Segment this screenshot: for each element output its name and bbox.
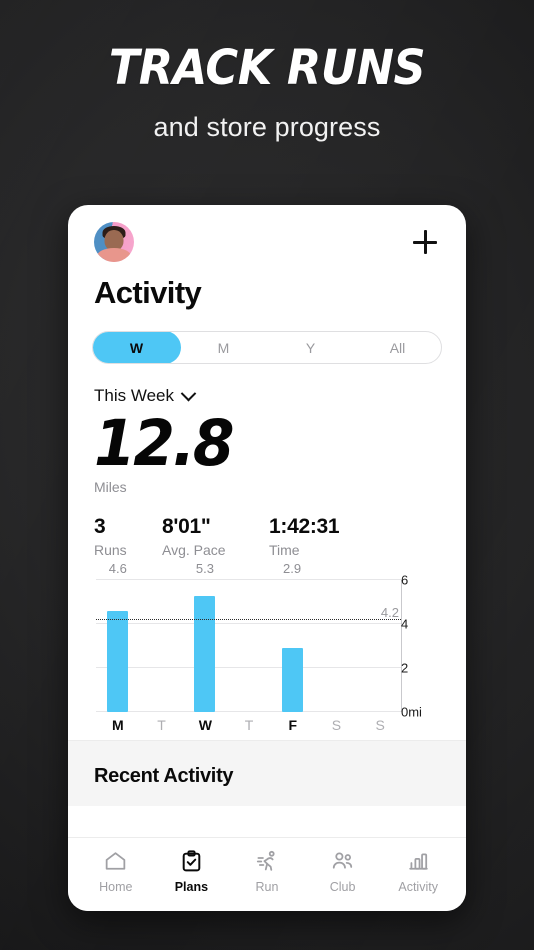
avatar[interactable] (94, 222, 134, 262)
promo-header: TRACK RUNS and store progress (0, 44, 534, 143)
nav-item-club[interactable]: Club (305, 849, 381, 894)
chart-bar-column[interactable] (227, 580, 271, 712)
chart-bar-column[interactable]: 5.3 (183, 561, 227, 713)
chart-bar-column[interactable]: 2.9 (270, 561, 314, 713)
chart-day-label: T (244, 717, 254, 734)
chart-day-label: W (198, 717, 212, 734)
chart-bar-column[interactable]: 4.6 (96, 561, 140, 713)
runner-icon (254, 849, 279, 874)
segment-month[interactable]: M (179, 332, 268, 363)
chart-y-tick-label: 2 (401, 660, 409, 676)
nav-item-activity-label: Activity (398, 880, 438, 894)
nav-item-home[interactable]: Home (78, 849, 154, 894)
chart-y-tick-label: 4 (401, 616, 409, 632)
home-icon (103, 849, 128, 874)
weekly-distance-chart: 0mi 2 4 6 4.6 5.3 2.9 4.2 M T W T F S S (68, 561, 466, 733)
stat-time-label: Time (269, 542, 300, 559)
app-content: Activity W M Y All This Week 12.8 Miles … (68, 205, 466, 837)
app-topbar (68, 205, 466, 279)
stat-avg-pace: 8'01" Avg. Pace (162, 515, 269, 558)
nav-item-home-label: Home (99, 880, 133, 894)
chart-bar[interactable]: 2.9 (281, 561, 303, 713)
nav-item-plans[interactable]: Plans (154, 849, 230, 894)
chart-x-axis-labels: MTWTFSS (96, 717, 402, 733)
nav-item-plans-label: Plans (174, 880, 209, 894)
period-dropdown[interactable]: This Week (94, 385, 197, 406)
stat-time-value: 1:42:31 (269, 515, 340, 539)
period-segmented-control[interactable]: W M Y All (92, 331, 442, 364)
bottom-navigation: Home Plans Run Club Activity (68, 837, 466, 911)
chevron-down-icon (180, 385, 197, 401)
app-screenshot-card: Activity W M Y All This Week 12.8 Miles … (68, 205, 466, 911)
stat-time: 1:42:31 Time (269, 515, 340, 559)
stat-runs-label: Runs (94, 542, 127, 559)
page-title: Activity (94, 275, 202, 310)
promo-subtitle: and store progress (153, 112, 381, 142)
chart-day-label: T (157, 717, 166, 734)
nav-item-club-label: Club (329, 880, 356, 894)
recent-activity-title: Recent Activity (94, 765, 234, 788)
segment-all[interactable]: All (353, 332, 441, 363)
chart-day-label: F (288, 717, 298, 734)
chart-average-label: 4.2 (380, 604, 399, 620)
headline-metric: 12.8 Miles (68, 406, 466, 495)
stats-row: 3 Runs 8'01" Avg. Pace 1:42:31 Time (68, 495, 466, 558)
stat-avg-pace-label: Avg. Pace (162, 542, 226, 559)
add-activity-button[interactable] (410, 227, 440, 257)
chart-y-tick-label: 0mi (401, 704, 422, 720)
nav-item-run-label: Run (255, 880, 279, 894)
chart-day-label: S (375, 717, 385, 734)
chart-bar-value-label: 2.9 (283, 561, 302, 577)
chart-bar-column[interactable] (140, 580, 184, 712)
total-distance-value: 12.8 (94, 407, 235, 480)
chart-bar-column[interactable] (314, 580, 358, 712)
people-icon (330, 849, 355, 874)
stat-avg-pace-value: 8'01" (162, 515, 211, 539)
segment-year[interactable]: Y (266, 332, 355, 363)
chart-bar-value-label: 4.6 (108, 561, 127, 577)
chart-day-label: M (112, 717, 124, 734)
stat-runs: 3 Runs (94, 515, 162, 558)
bar-chart-icon (406, 849, 431, 874)
chart-day-label: S (331, 717, 342, 734)
chart-bars: 4.6 5.3 2.9 (96, 561, 401, 713)
chart-average-line: 4.2 (96, 605, 401, 620)
nav-item-activity[interactable]: Activity (380, 849, 456, 894)
chart-bar-column[interactable] (357, 580, 401, 712)
segment-week[interactable]: W (93, 332, 181, 363)
chart-bar[interactable]: 4.6 (107, 561, 129, 713)
chart-y-tick-label: 6 (401, 572, 409, 588)
stat-runs-value: 3 (94, 515, 106, 539)
promo-title: TRACK RUNS (108, 40, 426, 96)
chart-plot-area: 0mi 2 4 6 4.6 5.3 2.9 4.2 (96, 561, 422, 720)
total-distance-unit: Miles (94, 479, 127, 496)
chart-bar[interactable]: 5.3 (194, 561, 216, 713)
period-dropdown-label: This Week (94, 386, 174, 405)
avatar-body (97, 248, 131, 262)
chart-bar-value-label: 5.3 (195, 561, 214, 577)
nav-item-run[interactable]: Run (229, 849, 305, 894)
recent-activity-section: Recent Activity (68, 740, 466, 807)
clipboard-check-icon (179, 849, 204, 874)
